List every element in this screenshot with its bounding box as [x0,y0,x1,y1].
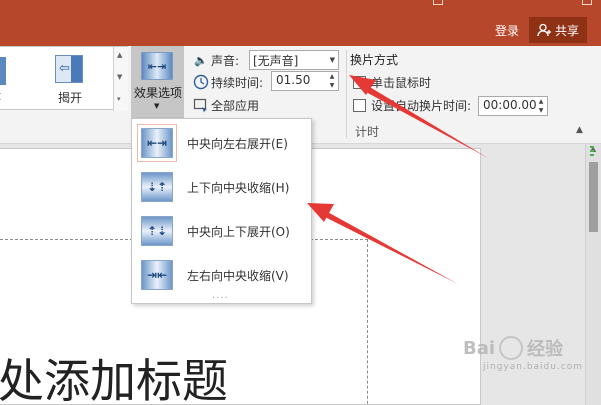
uncover-transition-label[interactable]: 揭开 [58,89,82,106]
apply-all-icon [193,98,207,113]
paw-logo-icon [499,336,524,360]
sound-row: 🔈 声音: [193,49,239,71]
split-horizontal-out-icon: ⇤⇥ [137,124,177,162]
split-vertical-out-icon: ⇡⇣ [141,216,173,246]
account-area: 登录 共享 [495,16,601,44]
after-time-label: 设置自动换片时间: [371,99,472,113]
timing-group-label: 计时 [355,125,380,139]
share-label: 共享 [554,23,579,38]
share-button[interactable]: 共享 [528,17,587,43]
indicator-mark [590,146,594,148]
duration-value: 01.50 [276,73,311,87]
after-time-value: 00:00.00 [483,98,537,112]
gallery-scrollbar[interactable]: ▲ ▼ ▾ [113,47,128,111]
duration-input[interactable]: 01.50 ▲ ▼ [271,71,339,91]
after-time-option[interactable]: 设置自动换片时间: [353,97,471,114]
watermark-text: Bai [463,337,496,359]
watermark-url: jingyan.baidu.com [483,362,584,372]
on-click-label: 单击鼠标时 [371,76,432,90]
restore-window-icon[interactable] [433,0,443,5]
effect-options-menu: ⇤⇥ 中央向左右展开(E) ⇣⇡ 上下向中央收缩(H) ⇡⇣ 中央向上下展开(O… [131,118,312,304]
baidu-watermark: Bai 经验 [463,335,563,361]
gallery-up-icon[interactable]: ▲ [117,51,122,59]
uncover-transition-icon[interactable]: ⇦ [55,55,83,83]
effect-option-split-vertical-in[interactable]: ⇣⇡ 上下向中央收缩(H) [135,165,311,209]
on-click-option[interactable]: 单击鼠标时 [353,74,431,91]
menu-resize-grip[interactable]: ···· [212,293,229,304]
split-effect-icon: ⇤⇥ [141,52,173,80]
after-time-spinner[interactable]: ▲ ▼ [535,97,547,115]
slide-title-text[interactable]: 处添加标题 [0,345,228,405]
advance-slide-group: 换片方式 单击鼠标时 设置自动换片时间: 00:00.00 ▲ ▼ [350,46,555,120]
sound-value: [无声音] [253,54,299,68]
split-vertical-in-icon: ⇣⇡ [141,172,173,202]
duration-row: 持续时间: [193,71,263,93]
apply-all-label: 全部应用 [211,98,260,113]
advance-title: 换片方式 [350,53,399,67]
indicator-mark [590,150,594,152]
effect-options-button[interactable]: ⇤⇥ 效果选项 ▼ [131,46,184,120]
signin-link[interactable]: 登录 [495,22,519,39]
timing-group: 🔈 声音: [无声音] ▼ 持续时间: 01.50 ▲ ▼ 全部应用 [193,46,343,120]
duration-spinner[interactable]: ▲ ▼ [326,72,338,90]
partial-transition-label: t [0,89,1,103]
sound-select[interactable]: [无声音] ▼ [249,50,339,70]
partial-transition-icon[interactable] [0,57,6,85]
group-divider [346,50,347,138]
gallery-more-icon[interactable]: ▾ [117,95,121,103]
effect-option-label: 中央向左右展开(E) [187,136,288,151]
scroll-thumb[interactable] [589,162,598,232]
effect-options-label: 效果选项 [133,86,182,100]
after-time-checkbox[interactable] [353,99,366,112]
collapse-ribbon-icon[interactable]: ▲ [576,125,583,135]
gallery-down-icon[interactable]: ▼ [117,73,122,81]
speaker-icon: 🔈 [194,53,208,67]
chevron-down-icon: ▼ [154,102,160,110]
duration-label: 持续时间: [211,75,264,90]
effect-option-label: 左右向中央收缩(V) [187,268,289,283]
after-time-input[interactable]: 00:00.00 ▲ ▼ [478,96,548,116]
effect-option-split-horizontal-out[interactable]: ⇤⇥ 中央向左右展开(E) [135,121,311,165]
apply-all-button[interactable]: 全部应用 [193,94,259,116]
effect-option-label: 中央向上下展开(O) [187,224,290,239]
effect-option-split-horizontal-in[interactable]: ⇥⇤ 左右向中央收缩(V) [135,253,311,297]
split-horizontal-in-icon: ⇥⇤ [141,260,173,290]
chevron-down-icon: ▼ [329,56,335,64]
close-window-icon[interactable] [582,0,592,5]
effect-option-label: 上下向中央收缩(H) [187,180,290,195]
on-click-checkbox[interactable] [353,76,366,89]
effect-option-split-vertical-out[interactable]: ⇡⇣ 中央向上下展开(O) [135,209,311,253]
clock-icon [193,74,209,90]
title-bar: 登录 共享 [0,0,601,46]
indicator-mark [590,154,594,156]
vertical-scrollbar[interactable]: ▲ [585,144,601,405]
transition-gallery: t ⇦ 揭开 ▲ ▼ ▾ [0,46,128,111]
watermark-text-2: 经验 [527,339,564,360]
share-person-icon [537,23,551,37]
sound-label: 声音: [211,53,240,68]
